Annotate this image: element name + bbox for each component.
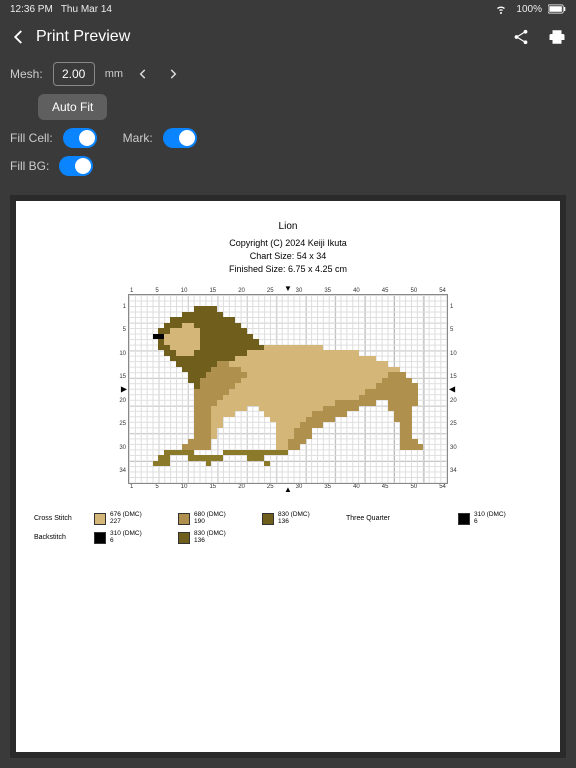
print-icon[interactable]	[548, 28, 566, 46]
mark-label: Mark:	[123, 131, 153, 145]
autofit-button[interactable]: Auto Fit	[38, 94, 107, 120]
legend-backstitch-label: Backstitch	[34, 534, 94, 541]
pattern-grid: ▼ ▲ ▶ ◀	[128, 294, 448, 484]
legend-swatch: 676 (DMC)227	[94, 512, 178, 525]
preview-area: Lion Copyright (C) 2024 Keiji Ikuta Char…	[10, 195, 566, 758]
marker-bottom-icon: ▲	[284, 485, 292, 494]
legend-cross-stitch-label: Cross Stitch	[34, 515, 94, 522]
axis-right: 15101520253034	[450, 304, 460, 474]
app-header: Print Preview	[0, 18, 576, 56]
controls-panel: Mesh: mm Auto Fit Fill Cell: Mark: Fill …	[0, 56, 576, 194]
wifi-icon	[492, 0, 510, 18]
mesh-next-button[interactable]	[163, 62, 183, 86]
page-title: Print Preview	[36, 28, 130, 46]
legend-swatch: 830 (DMC)136	[178, 531, 262, 544]
pattern-title: Lion	[34, 221, 542, 232]
status-bar: 12:36 PM Thu Mar 14 100%	[0, 0, 576, 18]
battery-pct: 100%	[516, 4, 542, 15]
status-time: 12:36 PM	[10, 4, 53, 15]
mesh-unit: mm	[105, 68, 123, 80]
mesh-input[interactable]	[53, 62, 95, 86]
legend-swatch: 310 (DMC)6	[458, 512, 542, 525]
chart-size-text: Chart Size: 54 x 34	[34, 251, 542, 261]
legend-swatch: 680 (DMC)190	[178, 512, 262, 525]
copyright-text: Copyright (C) 2024 Keiji Ikuta	[34, 238, 542, 248]
legend-three-quarter-label: Three Quarter	[346, 515, 458, 522]
mark-toggle[interactable]	[163, 128, 197, 148]
fill-cell-toggle[interactable]	[63, 128, 97, 148]
share-icon[interactable]	[512, 28, 530, 46]
legend-swatch: 830 (DMC)136	[262, 512, 346, 525]
back-icon[interactable]	[10, 28, 28, 46]
status-date: Thu Mar 14	[61, 4, 112, 15]
mesh-label: Mesh:	[10, 67, 43, 81]
marker-top-icon: ▼	[284, 284, 292, 293]
preview-page[interactable]: Lion Copyright (C) 2024 Keiji Ikuta Char…	[16, 201, 560, 752]
fill-bg-label: Fill BG:	[10, 159, 49, 173]
finished-size-text: Finished Size: 6.75 x 4.25 cm	[34, 264, 542, 274]
mesh-prev-button[interactable]	[133, 62, 153, 86]
marker-left-icon: ▶	[121, 385, 127, 394]
battery-icon	[548, 0, 566, 18]
legend-swatch: 310 (DMC)6	[94, 531, 178, 544]
legend: Cross Stitch676 (DMC)227680 (DMC)190830 …	[34, 512, 542, 544]
chart-wrap: 1510152025303540455054 15101520253034 ▼ …	[128, 288, 448, 490]
fill-cell-label: Fill Cell:	[10, 131, 53, 145]
fill-bg-toggle[interactable]	[59, 156, 93, 176]
